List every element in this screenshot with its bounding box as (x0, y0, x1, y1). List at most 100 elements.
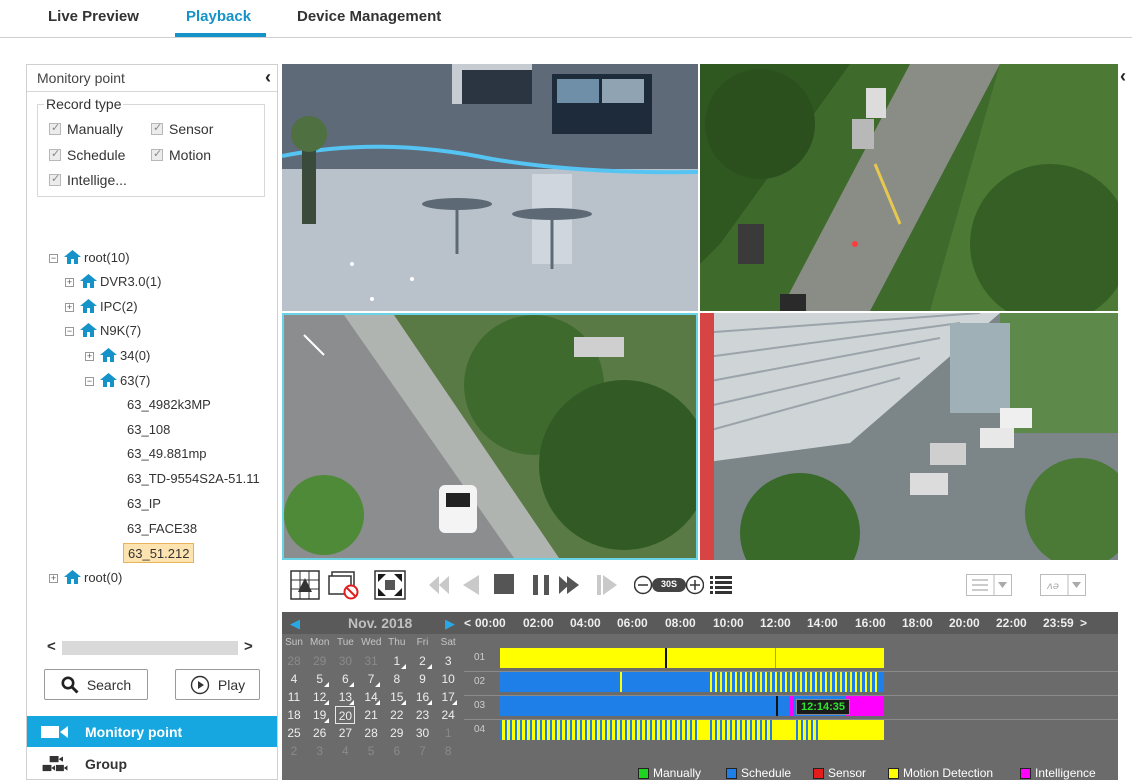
calendar-day[interactable]: 25 (284, 724, 304, 742)
video-tile-1[interactable] (282, 64, 698, 311)
scroll-left-icon[interactable]: < (47, 638, 56, 655)
timeline-track-04[interactable] (500, 720, 1118, 742)
calendar-day[interactable]: 3 (310, 742, 330, 760)
calendar-day[interactable]: 12 (310, 688, 330, 706)
calendar-day[interactable]: 3 (438, 652, 458, 670)
channel-item[interactable]: 63_4982k3MP (125, 395, 213, 415)
reverse-play-icon[interactable] (462, 574, 480, 596)
calendar-day[interactable]: 2 (413, 652, 433, 670)
calendar-day[interactable]: 11 (284, 688, 304, 706)
pause-icon[interactable] (532, 574, 550, 596)
calendar-day[interactable]: 21 (361, 706, 381, 724)
calendar-day[interactable]: 4 (284, 670, 304, 688)
calendar-day[interactable]: 30 (413, 724, 433, 742)
calendar-day[interactable]: 27 (335, 724, 355, 742)
calendar-day[interactable]: 30 (335, 652, 355, 670)
calendar-day[interactable]: 8 (387, 670, 407, 688)
channel-item[interactable]: 63_108 (125, 420, 172, 440)
checkbox-icon[interactable] (49, 147, 61, 161)
calendar-day[interactable]: 22 (387, 706, 407, 724)
checkbox-icon[interactable] (49, 172, 61, 186)
layout-grid-icon[interactable] (290, 570, 320, 600)
next-month-icon[interactable]: ▶ (445, 616, 455, 632)
scrollbar-thumb[interactable] (62, 641, 238, 655)
calendar-day[interactable]: 8 (438, 742, 458, 760)
scroll-right-icon[interactable]: > (244, 638, 253, 655)
calendar-day[interactable]: 17 (438, 688, 458, 706)
tree-node-n9k[interactable]: − N9K(7) (65, 322, 141, 340)
calendar-day[interactable]: 19 (310, 706, 330, 724)
previous-month-icon[interactable]: ◀ (290, 616, 300, 632)
scroll-timeline-left-icon[interactable]: < (464, 616, 471, 630)
play-button[interactable]: Play (175, 669, 260, 700)
speed-control[interactable]: 30S (633, 575, 705, 595)
collapse-right-icon[interactable]: ‹ (1120, 66, 1126, 87)
list-icon[interactable] (710, 575, 732, 595)
calendar-day[interactable]: 9 (413, 670, 433, 688)
calendar-day[interactable]: 14 (361, 688, 381, 706)
calendar-day[interactable]: 26 (310, 724, 330, 742)
tree-node-root[interactable]: − root(10) (49, 249, 130, 267)
calendar-day[interactable]: 24 (438, 706, 458, 724)
stop-all-icon[interactable] (328, 570, 360, 600)
calendar-day[interactable]: 18 (284, 706, 304, 724)
collapse-node-icon[interactable]: − (85, 377, 94, 386)
fullscreen-icon[interactable] (374, 570, 406, 600)
scroll-timeline-right-icon[interactable]: > (1080, 616, 1087, 630)
expand-node-icon[interactable]: + (49, 574, 58, 583)
calendar-day[interactable]: 16 (413, 688, 433, 706)
tree-horizontal-scrollbar[interactable]: < > (44, 638, 257, 657)
rewind-icon[interactable] (428, 574, 450, 596)
tree-node-63[interactable]: − 63(7) (85, 372, 150, 390)
calendar-day[interactable]: 31 (361, 652, 381, 670)
tree-node-ipc[interactable]: + IPC(2) (65, 298, 138, 316)
stop-icon[interactable] (494, 574, 514, 594)
timeline-track-01[interactable] (464, 648, 1118, 672)
calendar-day[interactable]: 1 (387, 652, 407, 670)
playback-cursor[interactable] (776, 696, 778, 716)
audio-dropdown-icon[interactable]: ʌə (1040, 574, 1086, 596)
calendar-day[interactable]: 29 (310, 652, 330, 670)
checkbox-icon[interactable] (151, 147, 163, 161)
expand-node-icon[interactable]: + (65, 303, 74, 312)
calendar-day[interactable]: 23 (413, 706, 433, 724)
channel-item[interactable]: 63_TD-9554S2A-51.11 (125, 469, 262, 489)
calendar-day[interactable]: 13 (335, 688, 355, 706)
calendar-day[interactable]: 4 (335, 742, 355, 760)
checkbox-intelligence[interactable]: Intellige... (49, 172, 127, 188)
calendar-day[interactable]: 28 (284, 652, 304, 670)
calendar-day[interactable]: 15 (387, 688, 407, 706)
checkbox-icon[interactable] (151, 121, 163, 135)
tab-device-management[interactable]: Device Management (297, 8, 441, 25)
tree-node-34[interactable]: +34(0) (85, 347, 150, 365)
video-tile-4[interactable] (700, 313, 1118, 560)
collapse-left-icon[interactable]: ‹ (265, 67, 271, 88)
channel-item[interactable]: 63_49.881mp (125, 444, 209, 464)
channel-item[interactable]: 63_FACE38 (125, 519, 199, 539)
calendar-day[interactable]: 6 (387, 742, 407, 760)
checkbox-icon[interactable] (49, 121, 61, 135)
collapse-node-icon[interactable]: − (49, 254, 58, 263)
tree-node-dvr[interactable]: + DVR3.0(1) (65, 273, 161, 291)
nav-group[interactable]: Group (27, 748, 277, 779)
calendar-day[interactable]: 7 (361, 670, 381, 688)
tab-live-preview[interactable]: Live Preview (48, 8, 139, 25)
calendar-day[interactable]: 7 (413, 742, 433, 760)
calendar-day[interactable]: 29 (387, 724, 407, 742)
channel-item-selected[interactable]: 63_51.212 (123, 543, 195, 563)
fast-forward-icon[interactable] (558, 574, 580, 596)
calendar-day[interactable]: 28 (361, 724, 381, 742)
calendar-day[interactable]: 10 (438, 670, 458, 688)
collapse-node-icon[interactable]: − (65, 327, 74, 336)
video-tile-2[interactable] (700, 64, 1118, 311)
checkbox-motion[interactable]: Motion (151, 147, 211, 163)
checkbox-sensor[interactable]: Sensor (151, 121, 213, 137)
nav-monitory-point[interactable]: Monitory point (27, 716, 277, 747)
next-frame-icon[interactable] (596, 574, 618, 596)
timeline-track-02[interactable] (464, 672, 1118, 696)
adjust-dropdown-icon[interactable] (966, 574, 1012, 596)
calendar-day[interactable]: 5 (310, 670, 330, 688)
calendar-day-selected[interactable]: 20 (335, 706, 356, 724)
expand-node-icon[interactable]: + (85, 352, 94, 361)
channel-item[interactable]: 63_IP (125, 494, 163, 514)
